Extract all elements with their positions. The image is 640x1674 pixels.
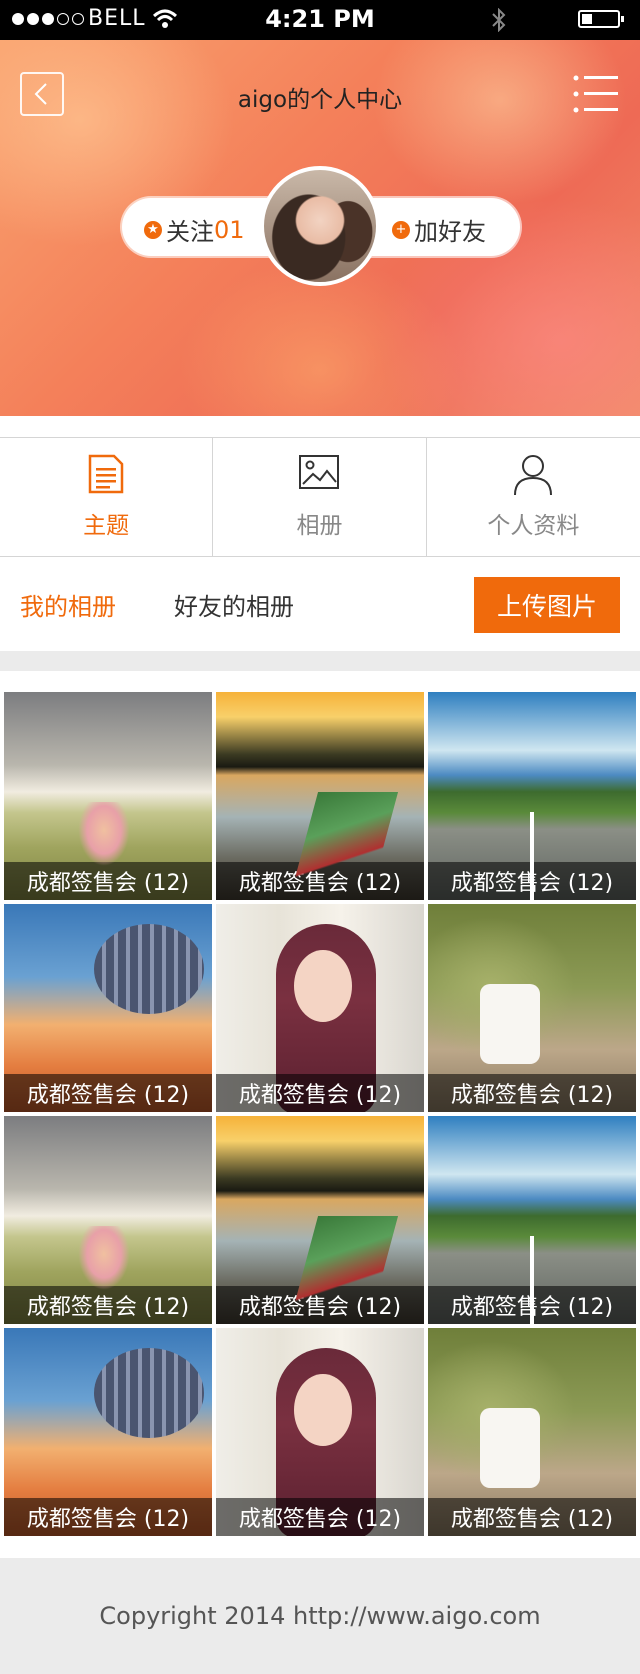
album-caption: 成都签售会 (12) (4, 862, 212, 900)
album-caption: 成都签售会 (12) (428, 1074, 636, 1112)
bluetooth-icon (490, 7, 508, 36)
album-tile[interactable]: 成都签售会 (12) (4, 904, 212, 1112)
section-divider (0, 651, 640, 671)
person-icon (514, 455, 553, 496)
my-albums-link[interactable]: 我的相册 (20, 587, 116, 622)
list-menu-icon (573, 75, 618, 113)
avatar[interactable] (260, 166, 380, 286)
tab-profile-info[interactable]: 个人资料 (427, 438, 640, 556)
tab-albums[interactable]: 相册 (213, 438, 427, 556)
plus-icon: + (392, 220, 410, 239)
menu-button[interactable] (572, 72, 620, 116)
battery-icon (578, 10, 624, 28)
copyright-text: Copyright 2014 http://www.aigo.com (99, 1602, 541, 1630)
album-caption: 成都签售会 (12) (4, 1286, 212, 1324)
album-caption: 成都签售会 (12) (4, 1074, 212, 1112)
tab-label: 相册 (296, 513, 343, 539)
album-caption: 成都签售会 (12) (428, 1498, 636, 1536)
footer: Copyright 2014 http://www.aigo.com (0, 1558, 640, 1674)
album-tile[interactable]: 成都签售会 (12) (428, 1116, 636, 1324)
status-bar: BELL 4:21 PM (0, 0, 640, 40)
profile-header: aigo的个人中心 ★ 关注 01 + 加好友 (0, 40, 640, 416)
document-icon (88, 454, 124, 494)
star-icon: ★ (144, 220, 162, 239)
album-tile[interactable]: 成都签售会 (12) (216, 904, 424, 1112)
album-tile[interactable]: 成都签售会 (12) (428, 692, 636, 900)
upload-image-button[interactable]: 上传图片 (474, 577, 620, 633)
tab-label: 个人资料 (487, 513, 580, 539)
album-tile[interactable]: 成都签售会 (12) (428, 904, 636, 1112)
album-tile[interactable]: 成都签售会 (12) (216, 1116, 424, 1324)
album-caption: 成都签售会 (12) (216, 862, 424, 900)
album-caption: 成都签售会 (12) (216, 1286, 424, 1324)
tab-topics[interactable]: 主题 (0, 438, 214, 556)
album-caption: 成都签售会 (12) (216, 1074, 424, 1112)
album-caption: 成都签售会 (12) (428, 862, 636, 900)
album-tile[interactable]: 成都签售会 (12) (216, 1328, 424, 1536)
album-caption: 成都签售会 (12) (4, 1498, 212, 1536)
album-filter-bar: 我的相册 好友的相册 上传图片 (0, 557, 640, 651)
album-tile[interactable]: 成都签售会 (12) (4, 1116, 212, 1324)
clock: 4:21 PM (265, 5, 375, 33)
tab-label: 主题 (83, 513, 130, 539)
friends-albums-link[interactable]: 好友的相册 (174, 587, 294, 622)
follow-count: 01 (214, 215, 245, 244)
album-tile[interactable]: 成都签售会 (12) (216, 692, 424, 900)
image-icon (299, 455, 340, 489)
album-caption: 成都签售会 (12) (216, 1498, 424, 1536)
album-tile[interactable]: 成都签售会 (12) (428, 1328, 636, 1536)
album-caption: 成都签售会 (12) (428, 1286, 636, 1324)
album-tile[interactable]: 成都签售会 (12) (4, 1328, 212, 1536)
profile-tabs: 主题 相册 个人资料 (0, 437, 640, 557)
follow-label: 关注 (166, 218, 214, 246)
album-tile[interactable]: 成都签售会 (12) (4, 692, 212, 900)
add-friend-label: 加好友 (414, 218, 486, 246)
page-title: aigo的个人中心 (237, 87, 403, 113)
